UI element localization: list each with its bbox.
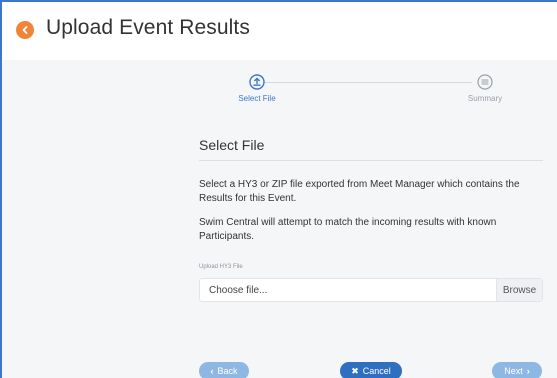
close-icon: ✖: [351, 365, 359, 376]
step-select-file[interactable]: Select File: [222, 72, 292, 103]
chevron-left-icon: ‹: [210, 366, 214, 376]
cancel-button-label: Cancel: [362, 366, 391, 376]
section-title: Select File: [199, 137, 265, 153]
page-title: Upload Event Results: [46, 16, 250, 39]
back-button[interactable]: ‹ Back: [199, 362, 249, 378]
wizard-stepper: Select File Summary: [202, 72, 532, 112]
upload-event-results-page: Upload Event Results Select File Summary…: [0, 0, 557, 378]
browse-button[interactable]: Browse: [496, 279, 542, 301]
instructions-text: Select a HY3 or ZIP file exported from M…: [199, 179, 520, 204]
next-button-label: Next: [504, 366, 523, 376]
page-header: Upload Event Results: [2, 2, 557, 60]
section-divider: [199, 160, 543, 161]
matching-info-text: Swim Central will attempt to match the i…: [199, 217, 497, 242]
list-icon: [475, 72, 495, 92]
next-button[interactable]: Next ›: [492, 362, 542, 378]
upload-field-label: Upload HY3 File: [199, 264, 243, 270]
chevron-right-icon: ›: [526, 366, 530, 376]
back-button-label: Back: [217, 366, 238, 376]
cancel-button[interactable]: ✖ Cancel: [340, 362, 402, 378]
stepper-connector: [264, 82, 472, 83]
step-summary[interactable]: Summary: [450, 72, 520, 103]
file-upload-input[interactable]: Choose file... Browse: [199, 278, 543, 302]
file-input-placeholder[interactable]: Choose file...: [200, 279, 496, 301]
step-label: Summary: [467, 94, 503, 103]
back-circle-icon[interactable]: [16, 21, 34, 39]
step-label: Select File: [238, 94, 276, 103]
upload-icon: [247, 72, 267, 92]
